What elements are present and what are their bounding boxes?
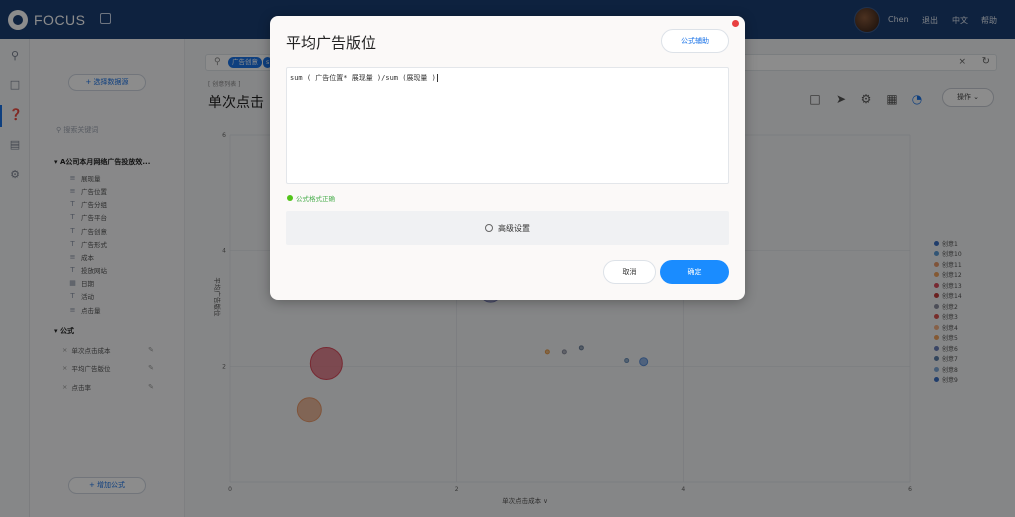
formula-dialog: 平均广告版位 公式辅助 sum ( 广告位置* 展现量 )/sum (展现量 )… — [270, 16, 745, 300]
formula-help-button[interactable]: 公式辅助 — [661, 29, 729, 53]
check-icon — [287, 195, 293, 201]
formula-editor[interactable]: sum ( 广告位置* 展现量 )/sum (展现量 ) — [286, 67, 729, 184]
gear-icon — [485, 224, 493, 232]
advanced-label: 高级设置 — [498, 223, 530, 233]
formula-text: sum ( 广告位置* 展现量 )/sum (展现量 ) — [290, 74, 436, 82]
close-icon[interactable] — [732, 20, 739, 27]
text-cursor — [436, 74, 438, 82]
dialog-title: 平均广告版位 — [286, 34, 377, 52]
advanced-settings[interactable]: 高级设置 — [286, 211, 729, 245]
confirm-button[interactable]: 确定 — [660, 260, 729, 284]
formula-status: 公式格式正确 — [287, 193, 335, 203]
cancel-button[interactable]: 取消 — [603, 260, 656, 284]
formula-status-text: 公式格式正确 — [296, 195, 335, 203]
